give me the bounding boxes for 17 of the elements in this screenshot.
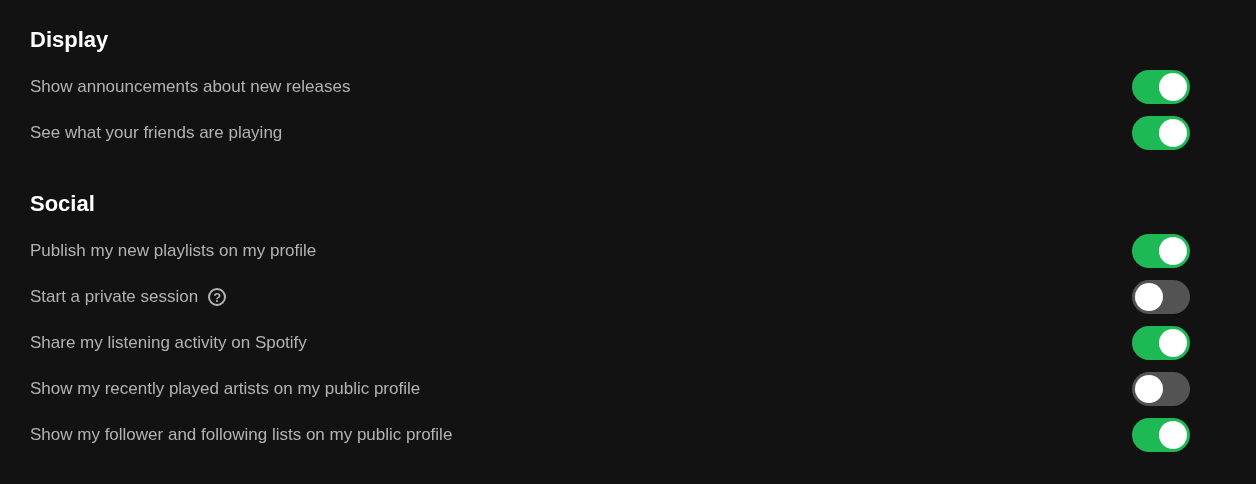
toggle-switch[interactable] — [1132, 326, 1190, 360]
setting-label: Share my listening activity on Spotify — [30, 333, 307, 353]
setting-label: Show my recently played artists on my public profile — [30, 379, 421, 399]
help-icon[interactable]: ? — [208, 288, 227, 306]
setting-label: Start a private session — [30, 287, 199, 307]
setting-label: Show my follower and following lists on my public profile — [30, 425, 453, 445]
toggle-switch[interactable] — [1132, 234, 1190, 268]
toggle-switch[interactable] — [1132, 70, 1190, 104]
toggle-switch[interactable] — [1132, 280, 1190, 314]
setting-label: Publish my new playlists on my profile — [30, 241, 317, 261]
toggle-switch[interactable] — [1132, 418, 1190, 452]
toggle-switch[interactable] — [1132, 116, 1190, 150]
section-heading: Social — [30, 190, 96, 218]
setting-label: See what your friends are playing — [30, 123, 283, 143]
setting-label: Show announcements about new releases — [30, 77, 351, 97]
section-heading: Display — [30, 26, 110, 54]
toggle-switch[interactable] — [1132, 372, 1190, 406]
